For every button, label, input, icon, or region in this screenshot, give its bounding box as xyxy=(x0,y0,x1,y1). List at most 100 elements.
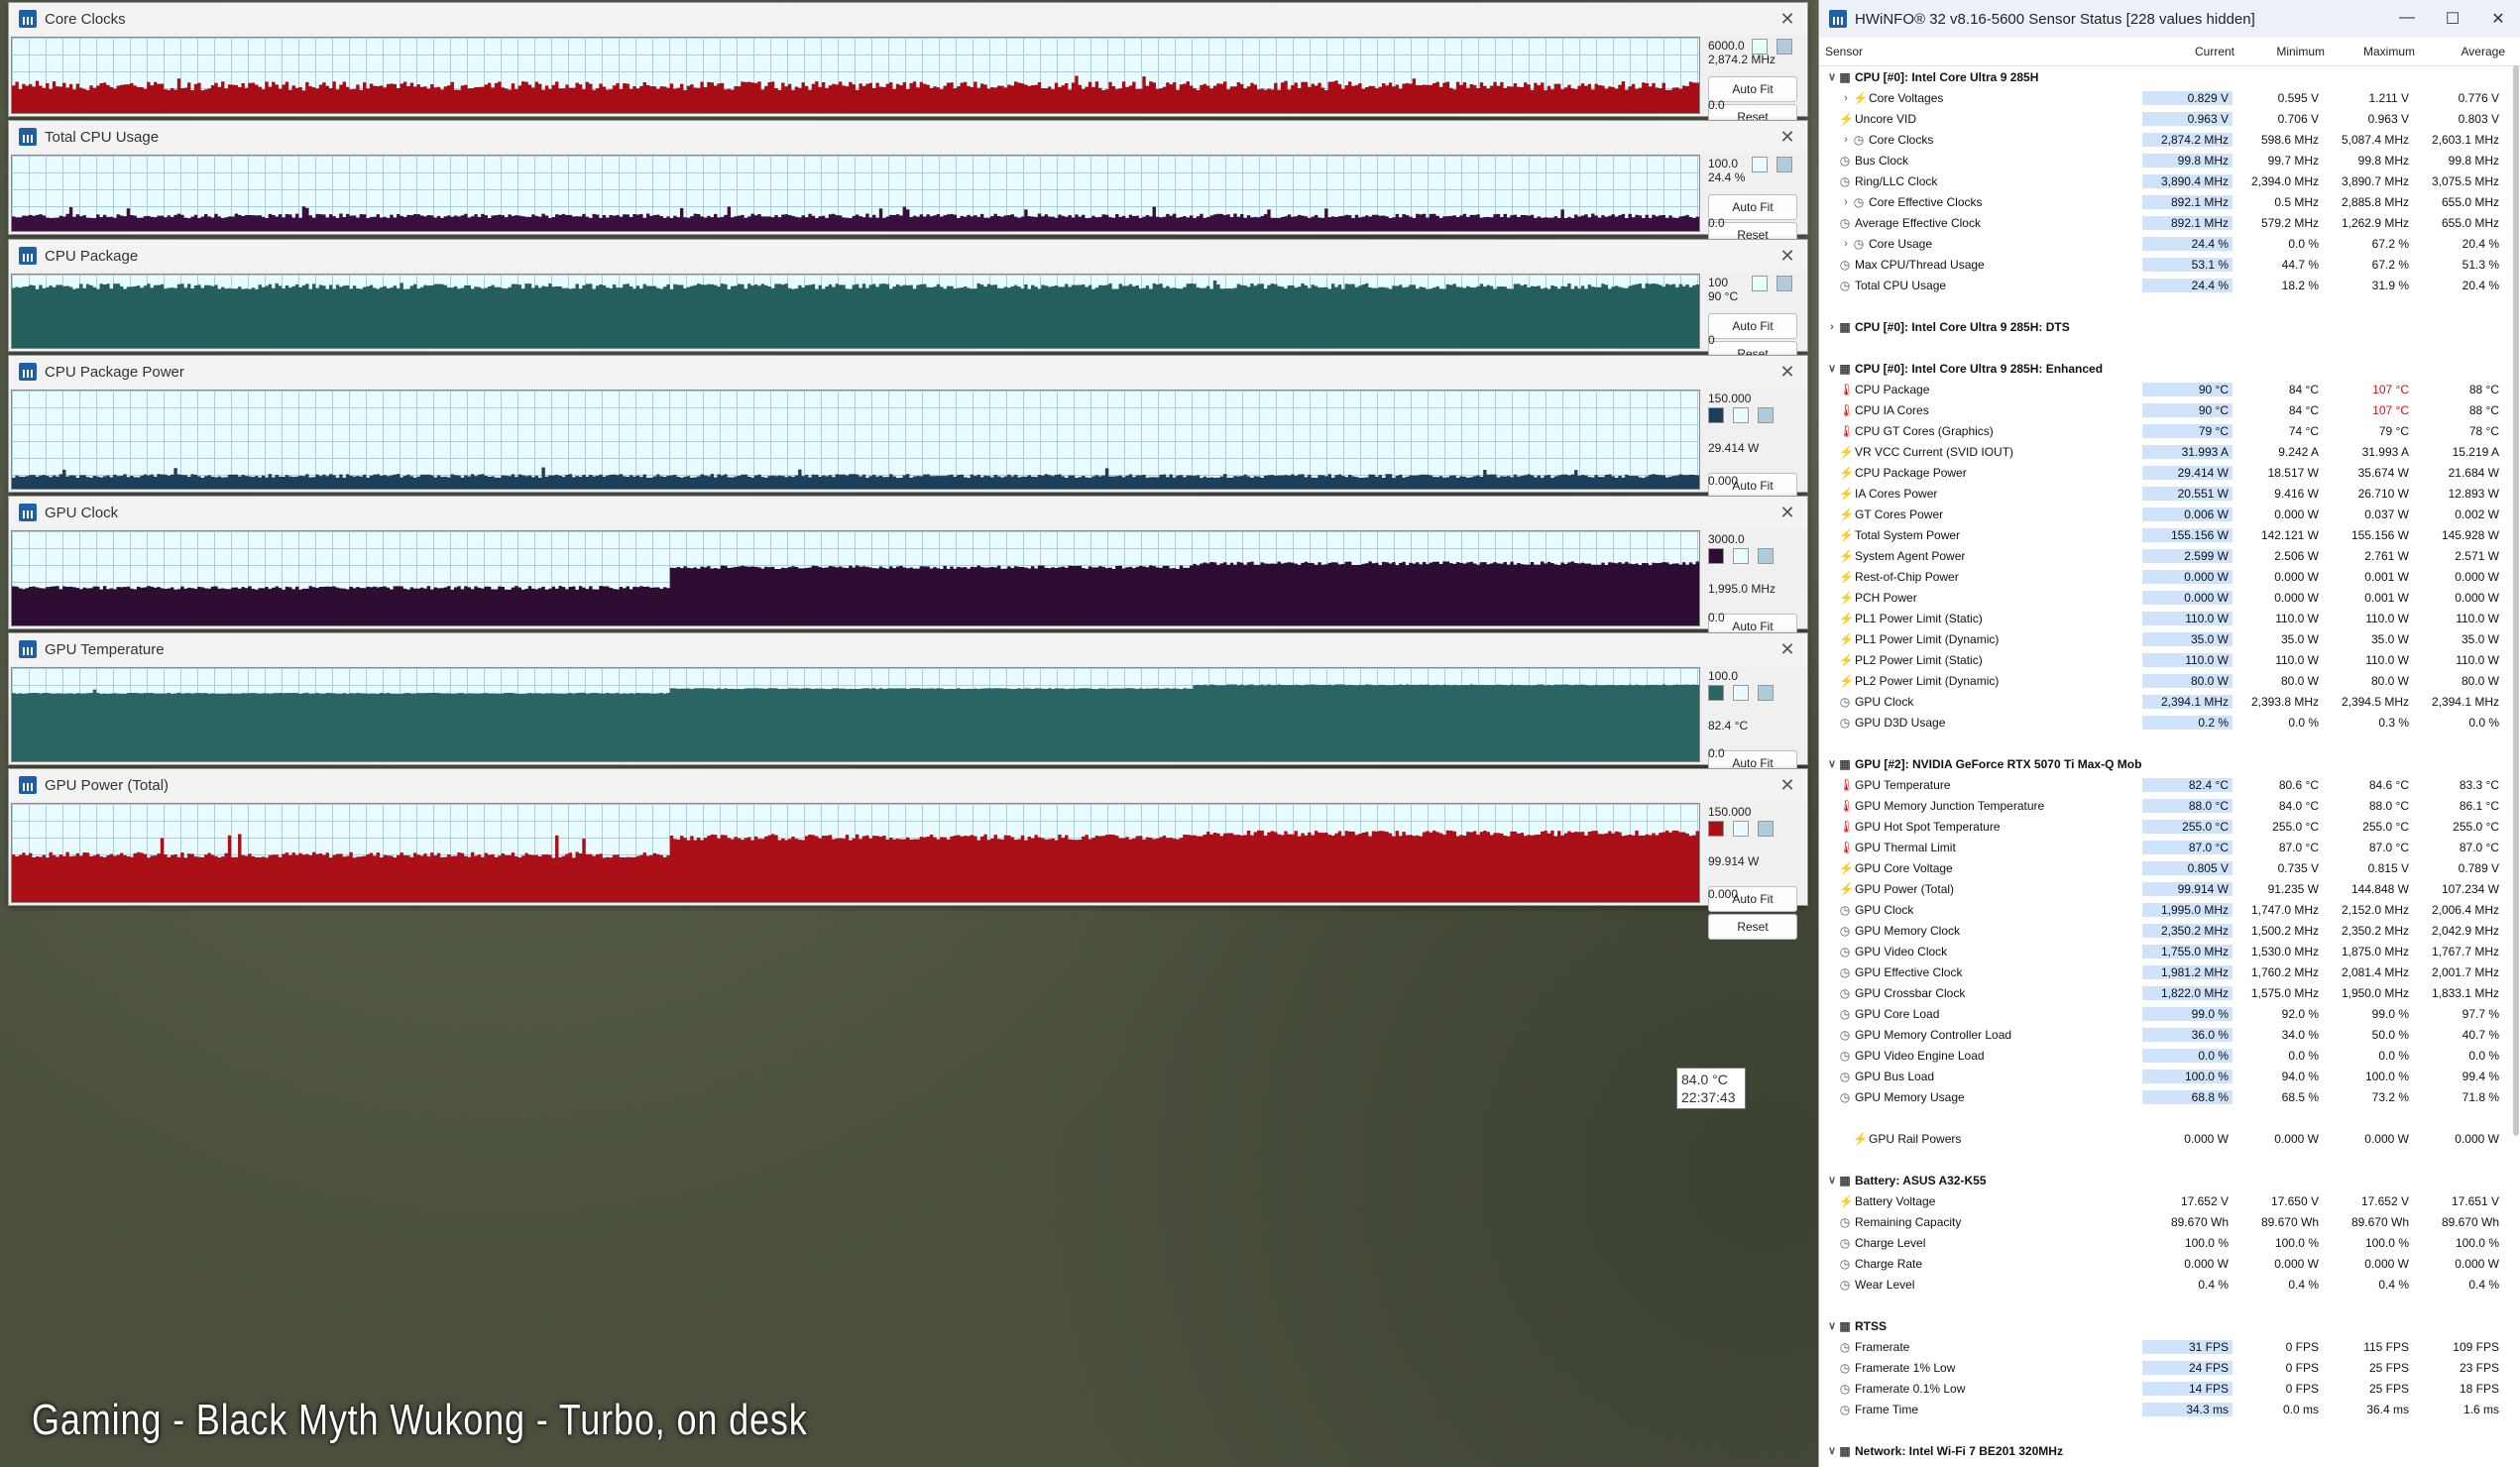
sensor-row[interactable]: 🌡 CPU GT Cores (Graphics) 79 °C 74 °C 79 °C 7… xyxy=(1819,420,2520,441)
sensor-row[interactable]: 🌡 GPU Hot Spot Temperature 255.0 °C 255.0 °… xyxy=(1819,816,2520,837)
grid-color-swatch[interactable] xyxy=(1758,548,1774,564)
sensor-row[interactable]: ⚡ PL1 Power Limit (Dynamic) 35.0 W 35.0 W 35… xyxy=(1819,628,2520,649)
sensor-row[interactable]: ◷ Charge Rate 0.000 W 0.000 W 0.000 W 0.000 W xyxy=(1819,1253,2520,1274)
column-average[interactable]: Average xyxy=(2419,45,2509,58)
line-color-swatch[interactable] xyxy=(1708,821,1724,837)
sensor-group-row[interactable]: ∨ ▦ CPU [#0]: Intel Core Ultra 9 285H xyxy=(1819,66,2520,87)
maximize-button[interactable]: ☐ xyxy=(2430,9,2475,29)
collapse-chevron-icon[interactable]: ∨ xyxy=(1825,1444,1839,1457)
line-color-swatch[interactable] xyxy=(1708,407,1724,423)
sensor-row[interactable]: › ◷ Core Clocks 2,874.2 MHz 598.6 MHz 5,087.4… xyxy=(1819,129,2520,150)
sensor-row[interactable]: ◷ GPU Crossbar Clock 1,822.0 MHz 1,575.0 MH… xyxy=(1819,982,2520,1003)
sensor-row[interactable]: › ◷ Core Effective Clocks 892.1 MHz 0.5 MHz 2… xyxy=(1819,191,2520,212)
sensor-row[interactable]: ◷ Charge Level 100.0 % 100.0 % 100.0 % 100.0 … xyxy=(1819,1232,2520,1253)
sensor-row[interactable]: ◷ Bus Clock 99.8 MHz 99.7 MHz 99.8 MHz 99.8 M… xyxy=(1819,150,2520,170)
sensor-row[interactable]: ⚡ PCH Power 0.000 W 0.000 W 0.001 W 0.000 W xyxy=(1819,587,2520,608)
sensor-row[interactable]: ⚡ GPU Rail Powers 0.000 W 0.000 W 0.000 W 0.0… xyxy=(1819,1128,2520,1149)
sensor-row[interactable]: 🌡 GPU Temperature 82.4 °C 80.6 °C 84.6 °C 83.… xyxy=(1819,774,2520,795)
sensor-row[interactable]: ◷ Wear Level 0.4 % 0.4 % 0.4 % 0.4 % xyxy=(1819,1274,2520,1295)
grid-color-swatch[interactable] xyxy=(1776,157,1792,172)
graph-titlebar[interactable]: GPU Temperature ✕ xyxy=(9,633,1807,665)
close-icon[interactable]: ✕ xyxy=(1768,127,1807,148)
sensor-row[interactable]: ◷ Total CPU Usage 24.4 % 18.2 % 31.9 % 20.4 % xyxy=(1819,275,2520,295)
sensor-row[interactable]: ⚡ Uncore VID 0.963 V 0.706 V 0.963 V 0.803 V xyxy=(1819,108,2520,129)
graph-titlebar[interactable]: GPU Clock ✕ xyxy=(9,497,1807,528)
collapse-chevron-icon[interactable]: ∨ xyxy=(1825,362,1839,375)
reset-button[interactable]: Reset xyxy=(1708,914,1797,940)
sensor-row[interactable]: ◷ Max CPU/Thread Usage 53.1 % 44.7 % 67.2 % 5… xyxy=(1819,254,2520,275)
graph-plot[interactable] xyxy=(11,155,1700,232)
sensor-row[interactable]: ◷ Framerate 0.1% Low 14 FPS 0 FPS 25 FPS 18 F… xyxy=(1819,1378,2520,1399)
expand-chevron-icon[interactable]: › xyxy=(1839,92,1853,104)
sensor-group-row[interactable]: ∨ ▦ Battery: ASUS A32-K55 xyxy=(1819,1170,2520,1190)
sensor-row[interactable]: ◷ Framerate 31 FPS 0 FPS 115 FPS 109 FPS xyxy=(1819,1336,2520,1357)
close-icon[interactable]: ✕ xyxy=(1768,9,1807,30)
graph-color-swatches[interactable] xyxy=(1708,821,1774,837)
sensor-row[interactable]: ⚡ Rest-of-Chip Power 0.000 W 0.000 W 0.001 W… xyxy=(1819,566,2520,587)
column-sensor[interactable]: Sensor xyxy=(1819,45,2148,58)
sensor-row[interactable]: ◷ GPU Effective Clock 1,981.2 MHz 1,760.2 M… xyxy=(1819,961,2520,982)
sensor-row[interactable]: ⚡ CPU Package Power 29.414 W 18.517 W 35.674… xyxy=(1819,462,2520,483)
sensor-row[interactable]: ◷ GPU D3D Usage 0.2 % 0.0 % 0.3 % 0.0 % xyxy=(1819,712,2520,733)
close-button[interactable]: ✕ xyxy=(2475,9,2520,29)
sensor-row[interactable]: ⚡ VR VCC Current (SVID IOUT) 31.993 A 9.242… xyxy=(1819,441,2520,462)
sensor-row[interactable]: ⚡ GPU Power (Total) 99.914 W 91.235 W 144.84… xyxy=(1819,878,2520,899)
sensor-group-row[interactable]: ∨ ▦ CPU [#0]: Intel Core Ultra 9 285H: Enh… xyxy=(1819,358,2520,379)
sensor-row[interactable]: ◷ Frame Time 34.3 ms 0.0 ms 36.4 ms 1.6 ms xyxy=(1819,1399,2520,1419)
sensor-row[interactable]: ⚡ GT Cores Power 0.006 W 0.000 W 0.037 W 0.00… xyxy=(1819,504,2520,524)
close-icon[interactable]: ✕ xyxy=(1768,775,1807,796)
sensor-row[interactable]: ◷ GPU Bus Load 100.0 % 94.0 % 100.0 % 99.4 % xyxy=(1819,1066,2520,1086)
sensor-row[interactable]: ◷ GPU Memory Usage 68.8 % 68.5 % 73.2 % 71.8 … xyxy=(1819,1086,2520,1107)
sensor-row[interactable]: ⚡ Battery Voltage 17.652 V 17.650 V 17.652 V… xyxy=(1819,1190,2520,1211)
graph-color-swatches[interactable] xyxy=(1708,548,1774,564)
collapse-chevron-icon[interactable]: ∨ xyxy=(1825,70,1839,83)
bg-color-swatch[interactable] xyxy=(1733,548,1749,564)
sensor-row[interactable]: ◷ Average Effective Clock 892.1 MHz 579.2 M… xyxy=(1819,212,2520,233)
graph-plot[interactable] xyxy=(11,390,1700,490)
sensor-row[interactable]: ◷ GPU Video Engine Load 0.0 % 0.0 % 0.0 % 0.0… xyxy=(1819,1045,2520,1066)
graph-titlebar[interactable]: Core Clocks ✕ xyxy=(9,3,1807,35)
sensor-row[interactable]: ⚡ Total System Power 155.156 W 142.121 W 155… xyxy=(1819,524,2520,545)
graph-titlebar[interactable]: CPU Package Power ✕ xyxy=(9,356,1807,388)
close-icon[interactable]: ✕ xyxy=(1768,639,1807,660)
close-icon[interactable]: ✕ xyxy=(1768,503,1807,523)
sensor-group-row[interactable]: ∨ ▦ Network: Intel Wi-Fi 7 BE201 320MHz xyxy=(1819,1440,2520,1461)
sensor-row[interactable]: › ◷ Core Usage 24.4 % 0.0 % 67.2 % 20.4 % xyxy=(1819,233,2520,254)
grid-color-swatch[interactable] xyxy=(1758,821,1774,837)
bg-color-swatch[interactable] xyxy=(1752,157,1768,172)
sensor-row[interactable]: ◷ Framerate 1% Low 24 FPS 0 FPS 25 FPS 23 FPS xyxy=(1819,1357,2520,1378)
sensor-row[interactable]: ◷ GPU Memory Controller Load 36.0 % 34.0 % 5… xyxy=(1819,1024,2520,1045)
expand-chevron-icon[interactable]: › xyxy=(1839,134,1853,146)
line-color-swatch[interactable] xyxy=(1708,685,1724,701)
graph-color-swatches[interactable] xyxy=(1708,407,1774,423)
line-color-swatch[interactable] xyxy=(1708,548,1724,564)
graph-plot[interactable] xyxy=(11,530,1700,626)
sensor-row[interactable]: ◷ Ring/LLC Clock 3,890.4 MHz 2,394.0 MHz 3,8… xyxy=(1819,170,2520,191)
sensor-row[interactable]: ⚡ PL2 Power Limit (Dynamic) 80.0 W 80.0 W 80… xyxy=(1819,670,2520,691)
bg-color-swatch[interactable] xyxy=(1733,821,1749,837)
sensor-row[interactable]: ◷ GPU Memory Clock 2,350.2 MHz 1,500.2 MHz 2… xyxy=(1819,920,2520,941)
graph-titlebar[interactable]: Total CPU Usage ✕ xyxy=(9,121,1807,153)
close-icon[interactable]: ✕ xyxy=(1768,362,1807,383)
column-minimum[interactable]: Minimum xyxy=(2238,45,2329,58)
collapse-chevron-icon[interactable]: ∨ xyxy=(1825,1319,1839,1332)
column-current[interactable]: Current xyxy=(2148,45,2238,58)
grid-color-swatch[interactable] xyxy=(1776,276,1792,291)
graph-titlebar[interactable]: GPU Power (Total) ✕ xyxy=(9,769,1807,801)
sensor-row[interactable]: ⚡ PL1 Power Limit (Static) 110.0 W 110.0 W 1… xyxy=(1819,608,2520,628)
sensor-row[interactable]: ◷ GPU Video Clock 1,755.0 MHz 1,530.0 MHz 1,… xyxy=(1819,941,2520,961)
bg-color-swatch[interactable] xyxy=(1733,685,1749,701)
sensor-row[interactable]: 🌡 GPU Memory Junction Temperature 88.0 °C 8… xyxy=(1819,795,2520,816)
sensor-row[interactable]: ◷ GPU Clock 1,995.0 MHz 1,747.0 MHz 2,152.0 … xyxy=(1819,899,2520,920)
sensor-row[interactable]: ⚡ GPU Core Voltage 0.805 V 0.735 V 0.815 V 0.… xyxy=(1819,857,2520,878)
expand-chevron-icon[interactable]: › xyxy=(1825,321,1839,333)
graph-color-swatches[interactable] xyxy=(1752,276,1792,291)
auto-fit-button[interactable]: Auto Fit xyxy=(1708,313,1797,339)
grid-color-swatch[interactable] xyxy=(1776,39,1792,55)
graph-plot[interactable] xyxy=(11,37,1700,114)
graph-plot[interactable] xyxy=(11,803,1700,903)
column-maximum[interactable]: Maximum xyxy=(2329,45,2419,58)
graph-color-swatches[interactable] xyxy=(1708,685,1774,701)
sensor-row[interactable]: ⚡ System Agent Power 2.599 W 2.506 W 2.761 W… xyxy=(1819,545,2520,566)
grid-color-swatch[interactable] xyxy=(1758,407,1774,423)
